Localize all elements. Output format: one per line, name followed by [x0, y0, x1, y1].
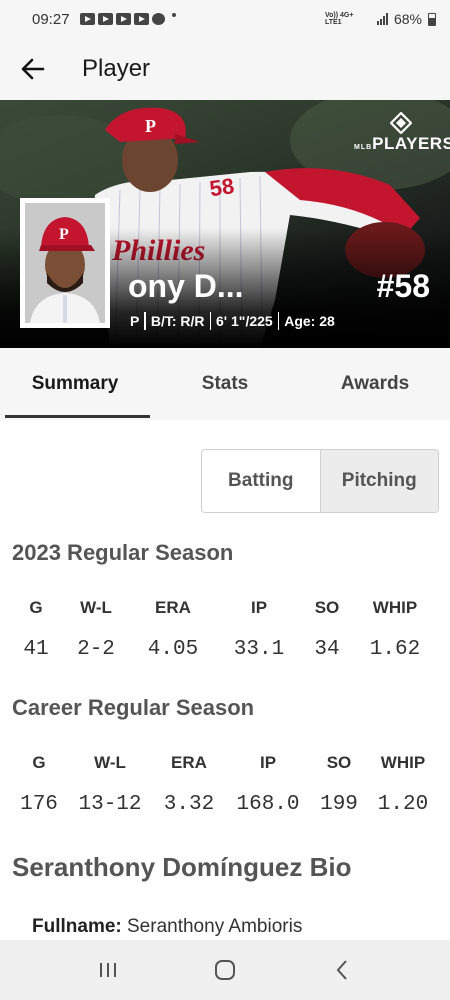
mlb-players-logo: MLBPLAYERS: [354, 112, 450, 154]
stat-value: 168.0: [236, 793, 300, 816]
stat-header: W-L: [80, 598, 112, 617]
system-back-button[interactable]: [322, 950, 362, 990]
svg-text:P: P: [59, 226, 69, 243]
career-stats-title: Career Regular Season: [12, 695, 255, 720]
stat-value: 4.05: [147, 638, 199, 661]
stat-whip: WHIP 1.62: [362, 598, 428, 661]
season-stats-row: G 41 W-L 2-2 ERA 4.05 IP 33.1 SO 34 WHIP…: [0, 598, 450, 661]
mlb-wordmark: MLB: [354, 144, 373, 151]
stat-header: G: [32, 753, 46, 772]
batting-button[interactable]: Batting: [202, 450, 320, 512]
player-height-weight: 6' 1"/225: [216, 313, 273, 329]
line-app-icon: [151, 13, 165, 25]
svg-text:58: 58: [208, 173, 236, 201]
youtube-notification-icon: [115, 13, 131, 25]
stat-value: 199: [320, 793, 358, 816]
youtube-notification-icon: [133, 13, 149, 25]
career-stats-row: G 176 W-L 13-12 ERA 3.32 IP 168.0 SO 199…: [0, 753, 450, 816]
stat-value: 34: [314, 638, 340, 661]
stat-header: W-L: [94, 753, 126, 772]
stat-value: 1.20: [377, 793, 429, 816]
divider: [209, 312, 212, 330]
players-wordmark: PLAYERS: [372, 134, 450, 153]
player-meta: P B/T: R/R 6' 1"/225 Age: 28: [130, 312, 335, 330]
season-stats-title: 2023 Regular Season: [12, 540, 234, 565]
summary-content: Batting Pitching 2023 Regular Season G 4…: [0, 420, 450, 940]
home-icon: [214, 960, 235, 980]
stat-header: WHIP: [380, 753, 426, 772]
stat-strikeouts: SO 199: [300, 753, 378, 816]
stat-games: G 41: [0, 598, 72, 661]
pitching-button[interactable]: Pitching: [319, 450, 438, 512]
recent-apps-button[interactable]: [88, 950, 128, 990]
recent-apps-icon: [100, 963, 117, 977]
stat-value: 33.1: [233, 638, 285, 661]
mlb-players-icon: [390, 112, 412, 134]
stat-value: 41: [23, 638, 49, 661]
tab-stats[interactable]: Stats: [150, 348, 300, 420]
player-name: ony D...: [128, 268, 244, 304]
battery-percent: 68%: [393, 11, 422, 27]
youtube-notification-icon: [97, 13, 113, 25]
chevron-left-icon: [336, 960, 347, 980]
bio-fullname-label: Fullname:: [32, 916, 122, 937]
stat-value: 176: [20, 793, 58, 816]
stat-header: WHIP: [372, 598, 418, 617]
stat-era: ERA 3.32: [142, 753, 236, 816]
stat-header: SO: [314, 598, 340, 617]
home-button[interactable]: [205, 950, 245, 990]
stat-era: ERA 4.05: [120, 598, 226, 661]
bio-fullname: Fullname: Seranthony Ambioris: [32, 916, 302, 938]
stat-games: G 176: [0, 753, 78, 816]
stat-innings-pitched: IP 168.0: [236, 753, 300, 816]
stat-value: 2-2: [77, 638, 115, 661]
svg-text:P: P: [145, 116, 156, 136]
status-bar: 09:27 Vo)) 4G+ LTE1 68%: [0, 0, 450, 38]
player-tabs: Summary Stats Awards: [0, 348, 450, 420]
stat-win-loss: W-L 13-12: [78, 753, 142, 816]
bio-title: Seranthony Domínguez Bio: [12, 852, 352, 882]
stat-header: SO: [326, 753, 352, 772]
stat-win-loss: W-L 2-2: [72, 598, 120, 661]
back-button[interactable]: [18, 54, 48, 84]
stat-strikeouts: SO 34: [292, 598, 362, 661]
stat-whip: WHIP 1.20: [378, 753, 428, 816]
stat-value: 13-12: [78, 793, 142, 816]
battery-icon: [428, 12, 436, 26]
divider: [144, 312, 146, 330]
divider: [277, 312, 280, 330]
player-hero-banner: P 58 Phillies MLBPLAYERS ony D... #58 P …: [0, 100, 450, 348]
youtube-notification-icon: [79, 13, 95, 25]
stat-innings-pitched: IP 33.1: [226, 598, 292, 661]
stat-header: IP: [259, 753, 277, 772]
tab-awards[interactable]: Awards: [300, 348, 450, 420]
stat-header: ERA: [171, 753, 207, 772]
bio-fullname-value: Seranthony Ambioris: [121, 916, 303, 937]
player-position: P: [130, 313, 140, 329]
app-bar: Player: [0, 38, 450, 100]
stat-header: G: [29, 598, 43, 617]
stat-header: ERA: [155, 598, 191, 617]
page-title: Player: [82, 55, 151, 82]
clock: 09:27: [32, 10, 70, 28]
stat-value: 3.32: [163, 793, 215, 816]
stat-value: 1.62: [369, 638, 421, 661]
player-bats-throws: B/T: R/R: [150, 313, 205, 329]
notification-icons: [79, 13, 176, 25]
batting-pitching-toggle: Batting Pitching: [201, 449, 439, 513]
stat-header: IP: [250, 598, 268, 617]
signal-icon: [376, 13, 388, 25]
more-notifications-icon: [171, 13, 176, 17]
arrow-left-icon: [21, 58, 45, 80]
tab-summary[interactable]: Summary: [0, 348, 150, 420]
player-headshot: P: [20, 198, 110, 328]
jersey-number: #58: [376, 268, 430, 304]
network-indicator: Vo)) 4G+ LTE1: [324, 12, 354, 26]
system-nav-bar: [0, 940, 450, 1000]
player-age: Age: 28: [284, 313, 335, 329]
headshot-photo: P: [25, 203, 105, 323]
